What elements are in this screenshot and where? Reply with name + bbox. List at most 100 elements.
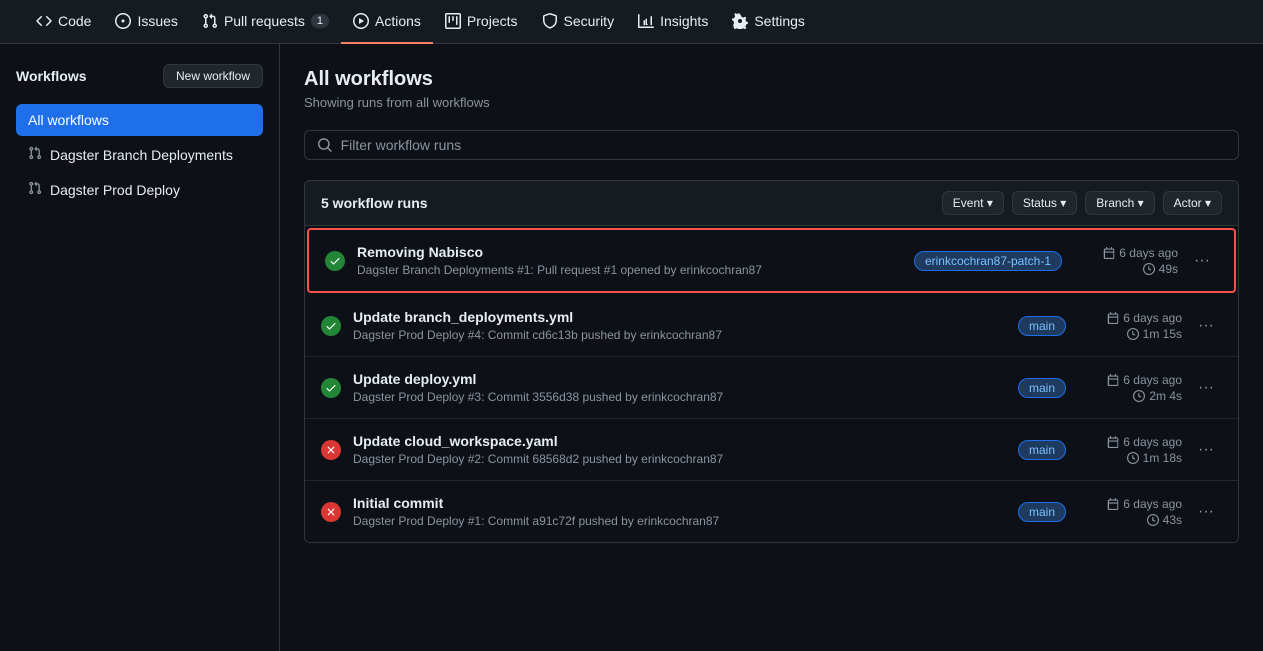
branch-filter-label: Branch ▾ [1096, 196, 1143, 210]
search-input[interactable] [341, 137, 1226, 153]
calendar-icon-2 [1107, 374, 1119, 386]
sidebar-item-all-workflows-label: All workflows [28, 112, 109, 128]
event-filter-button[interactable]: Event ▾ [942, 191, 1004, 215]
insights-icon [638, 13, 654, 29]
run-status-icon-4 [321, 502, 341, 522]
run-more-button-0[interactable]: ··· [1186, 248, 1218, 274]
run-row-highlighted[interactable]: Removing Nabisco Dagster Branch Deployme… [307, 228, 1236, 293]
calendar-icon-1 [1107, 312, 1119, 324]
run-meta-2: Dagster Prod Deploy #3: Commit 3556d38 p… [353, 390, 1002, 404]
sidebar-item-branch-deployments[interactable]: Dagster Branch Deployments [16, 138, 263, 171]
pullrequest-icon [202, 13, 218, 29]
run-more-button-2[interactable]: ··· [1190, 375, 1222, 401]
status-filter-label: Status ▾ [1023, 196, 1066, 210]
run-time-ago-text-4: 6 days ago [1123, 497, 1182, 511]
run-branch-tag-2[interactable]: main [1018, 378, 1066, 398]
nav-code[interactable]: Code [24, 0, 103, 44]
nav-insights[interactable]: Insights [626, 0, 720, 44]
runs-list: Removing Nabisco Dagster Branch Deployme… [304, 226, 1239, 543]
run-time-ago-4: 6 days ago [1107, 497, 1182, 511]
clock-icon-2 [1133, 390, 1145, 402]
calendar-icon-0 [1103, 247, 1115, 259]
actions-icon [353, 13, 369, 29]
sidebar: Workflows New workflow All workflows Dag… [0, 44, 280, 651]
clock-icon-1 [1127, 328, 1139, 340]
content-area: All workflows Showing runs from all work… [280, 44, 1263, 651]
run-status-icon-3 [321, 440, 341, 460]
run-info-1: Update branch_deployments.yml Dagster Pr… [353, 309, 1002, 342]
search-icon [317, 137, 333, 153]
run-meta-0: Dagster Branch Deployments #1: Pull requ… [357, 263, 898, 277]
nav-insights-label: Insights [660, 13, 708, 29]
run-time-ago-text-2: 6 days ago [1123, 373, 1182, 387]
run-name-3: Update cloud_workspace.yaml [353, 433, 1002, 449]
run-row-2[interactable]: Update deploy.yml Dagster Prod Deploy #3… [305, 357, 1238, 419]
nav-issues-label: Issues [137, 13, 177, 29]
run-info-2: Update deploy.yml Dagster Prod Deploy #3… [353, 371, 1002, 404]
calendar-icon-3 [1107, 436, 1119, 448]
nav-settings[interactable]: Settings [720, 0, 817, 44]
workflow-branch-icon [28, 146, 42, 163]
run-time-ago-text-0: 6 days ago [1119, 246, 1178, 260]
sidebar-item-prod-deploy[interactable]: Dagster Prod Deploy [16, 173, 263, 206]
run-branch-tag-4[interactable]: main [1018, 502, 1066, 522]
run-status-icon-2 [321, 378, 341, 398]
issues-icon [115, 13, 131, 29]
run-branch-tag-1[interactable]: main [1018, 316, 1066, 336]
run-timing-2: 6 days ago 2m 4s [1082, 373, 1182, 403]
run-status-icon-success [325, 251, 345, 271]
run-name-2: Update deploy.yml [353, 371, 1002, 387]
run-timing-3: 6 days ago 1m 18s [1082, 435, 1182, 465]
nav-issues[interactable]: Issues [103, 0, 189, 44]
run-status-icon-1 [321, 316, 341, 336]
status-filter-button[interactable]: Status ▾ [1012, 191, 1077, 215]
workflow-prod-icon [28, 181, 42, 198]
sidebar-item-prod-deploy-label: Dagster Prod Deploy [50, 182, 180, 198]
run-more-button-4[interactable]: ··· [1190, 499, 1222, 525]
run-name-0: Removing Nabisco [357, 244, 898, 260]
actor-filter-button[interactable]: Actor ▾ [1163, 191, 1222, 215]
run-meta-1: Dagster Prod Deploy #4: Commit cd6c13b p… [353, 328, 1002, 342]
run-meta-3: Dagster Prod Deploy #2: Commit 68568d2 p… [353, 452, 1002, 466]
nav-security[interactable]: Security [530, 0, 627, 44]
run-name-4: Initial commit [353, 495, 1002, 511]
run-duration-text-4: 43s [1163, 513, 1182, 527]
run-info-3: Update cloud_workspace.yaml Dagster Prod… [353, 433, 1002, 466]
run-name-1: Update branch_deployments.yml [353, 309, 1002, 325]
run-duration-2: 2m 4s [1133, 389, 1182, 403]
main-layout: Workflows New workflow All workflows Dag… [0, 44, 1263, 651]
run-time-ago-3: 6 days ago [1107, 435, 1182, 449]
nav-projects[interactable]: Projects [433, 0, 530, 44]
runs-count: 5 workflow runs [321, 195, 428, 211]
runs-header: 5 workflow runs Event ▾ Status ▾ Branch … [304, 180, 1239, 226]
run-row-4[interactable]: Initial commit Dagster Prod Deploy #1: C… [305, 481, 1238, 542]
event-filter-label: Event ▾ [953, 196, 993, 210]
page-subtitle: Showing runs from all workflows [304, 95, 1239, 110]
sidebar-header: Workflows New workflow [16, 64, 263, 88]
nav-pullrequests[interactable]: Pull requests 1 [190, 0, 341, 44]
run-row-1[interactable]: Update branch_deployments.yml Dagster Pr… [305, 295, 1238, 357]
branch-filter-button[interactable]: Branch ▾ [1085, 191, 1154, 215]
run-duration-text-0: 49s [1159, 262, 1178, 276]
sidebar-item-branch-deployments-label: Dagster Branch Deployments [50, 147, 233, 163]
settings-icon [732, 13, 748, 29]
sidebar-item-all-workflows[interactable]: All workflows [16, 104, 263, 136]
run-timing-0: 6 days ago 49s [1078, 246, 1178, 276]
run-duration-1: 1m 15s [1127, 327, 1182, 341]
run-info-0: Removing Nabisco Dagster Branch Deployme… [357, 244, 898, 277]
sidebar-title: Workflows [16, 68, 87, 84]
run-branch-tag-0[interactable]: erinkcochran87-patch-1 [914, 251, 1062, 271]
run-more-button-1[interactable]: ··· [1190, 313, 1222, 339]
run-timing-1: 6 days ago 1m 15s [1082, 311, 1182, 341]
run-meta-4: Dagster Prod Deploy #1: Commit a91c72f p… [353, 514, 1002, 528]
new-workflow-button[interactable]: New workflow [163, 64, 263, 88]
security-icon [542, 13, 558, 29]
nav-actions[interactable]: Actions [341, 0, 433, 44]
run-duration-4: 43s [1147, 513, 1182, 527]
run-branch-tag-3[interactable]: main [1018, 440, 1066, 460]
page-title: All workflows [304, 68, 1239, 91]
run-row-3[interactable]: Update cloud_workspace.yaml Dagster Prod… [305, 419, 1238, 481]
run-duration-3: 1m 18s [1127, 451, 1182, 465]
run-more-button-3[interactable]: ··· [1190, 437, 1222, 463]
clock-icon-0 [1143, 263, 1155, 275]
